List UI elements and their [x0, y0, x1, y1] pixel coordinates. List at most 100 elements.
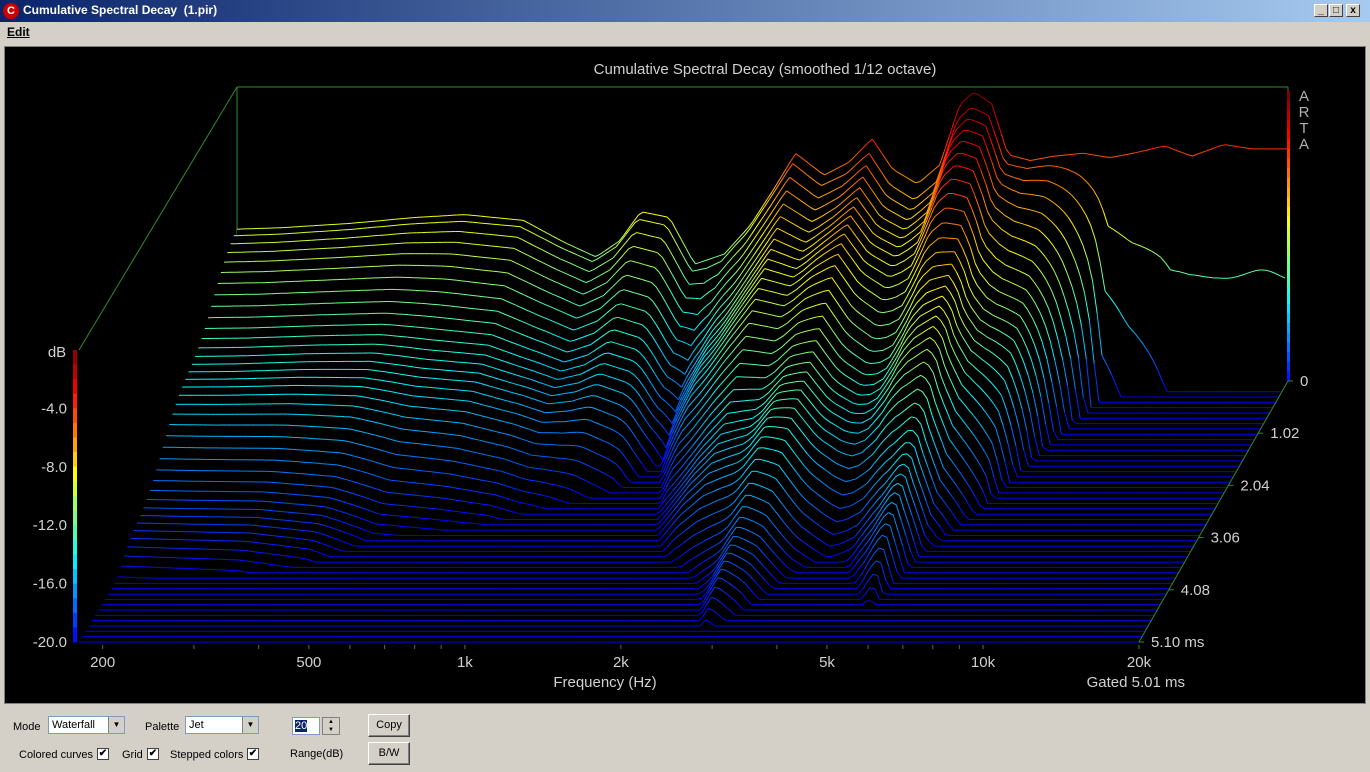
decay-curve-segment — [359, 386, 365, 388]
decay-curve-segment — [493, 270, 499, 273]
decay-curve-segment — [499, 246, 505, 248]
decay-curve-segment — [432, 408, 438, 410]
decay-curve-segment — [753, 364, 759, 366]
decay-curve-segment — [388, 363, 394, 365]
decay-curve-segment — [434, 458, 440, 460]
decay-curve-segment — [551, 456, 557, 459]
decay-curve-segment — [410, 384, 416, 387]
decay-curve-segment — [420, 326, 425, 329]
decay-curve-segment — [1230, 145, 1236, 147]
decay-curve-segment — [448, 329, 454, 332]
decay-curve-segment — [820, 302, 826, 305]
decay-curve-segment — [1227, 277, 1233, 279]
title-bar: C Cumulative Spectral Decay (1.pir) _ □ … — [0, 0, 1370, 22]
decay-curve-segment — [554, 444, 560, 446]
decay-curve-segment — [445, 305, 451, 307]
decay-curve-segment — [453, 421, 459, 424]
decay-curve-segment — [431, 339, 437, 341]
decay-curve-segment — [400, 355, 406, 358]
decay-curve-segment — [485, 283, 491, 285]
decay-curve-segment — [488, 233, 494, 236]
minimize-button[interactable]: _ — [1314, 4, 1328, 17]
decay-curve-segment — [477, 295, 483, 298]
decay-curve-segment — [546, 456, 552, 458]
decay-curve-segment — [353, 228, 359, 230]
decay-curve-segment — [1063, 154, 1069, 156]
decay-curve-segment — [396, 354, 402, 357]
decay-curve-segment — [367, 377, 373, 380]
decay-curve-segment — [573, 445, 579, 447]
decay-curve-segment — [442, 378, 448, 381]
decay-curve-segment — [375, 370, 381, 372]
decay-curve-segment — [471, 243, 476, 245]
menu-edit[interactable]: Edit — [7, 25, 30, 39]
decay-curve-segment — [443, 329, 449, 331]
decay-curve-segment — [458, 254, 464, 256]
decay-curve-segment — [412, 337, 417, 339]
close-button[interactable]: x — [1346, 4, 1360, 17]
decay-curve-segment — [468, 390, 473, 392]
decay-curve-segment — [434, 419, 440, 422]
decay-curve-segment — [485, 216, 491, 218]
decay-curve-segment — [453, 292, 459, 295]
decay-curve-segment — [483, 344, 489, 346]
decay-curve-segment — [584, 418, 590, 421]
decay-curve-segment — [941, 264, 947, 266]
app-icon[interactable]: C — [3, 3, 19, 19]
decay-curve-segment — [408, 442, 414, 444]
decay-curve-segment — [458, 293, 464, 295]
decay-curve-segment — [421, 338, 427, 340]
decay-curve-segment — [893, 254, 899, 257]
restore-button[interactable]: □ — [1329, 4, 1343, 17]
decay-curve-segment — [424, 418, 430, 421]
decay-curve-segment — [418, 348, 424, 350]
decay-curve-segment — [507, 235, 513, 238]
waterfall-plot: 200 500 1k 2k 5k 10k 20k -4.0-8.0-12.0-16.0-20… — [33, 61, 1310, 691]
decay-curve-segment — [429, 327, 435, 330]
decay-curve-segment — [1036, 165, 1042, 168]
decay-curve-segment — [1050, 165, 1056, 167]
decay-curve-segment — [474, 232, 480, 234]
decay-curve-segment — [475, 243, 481, 246]
decay-curve-segment — [413, 375, 419, 378]
decay-curve-segment — [879, 324, 885, 327]
decay-curve-segment — [440, 304, 446, 306]
decay-curve-segment — [865, 393, 871, 396]
decay-curve-segment — [496, 297, 502, 300]
decay-curve-segment — [1025, 193, 1031, 195]
decay-curve-segment — [373, 361, 379, 363]
decay-curve-segment — [464, 231, 470, 233]
decay-curve-segment — [392, 363, 398, 366]
decay-curve-segment — [416, 337, 422, 340]
decay-curve-segment — [389, 218, 395, 221]
decay-curve-segment — [479, 343, 484, 346]
decay-curve-segment — [490, 322, 496, 324]
decay-curve-segment — [428, 407, 434, 409]
decay-curve-segment — [456, 279, 462, 282]
decay-curve-segment — [448, 292, 454, 294]
decay-curve-segment — [447, 409, 453, 411]
decay-curve-segment — [415, 385, 421, 388]
decay-curve-segment — [432, 444, 438, 447]
decay-curve-segment — [493, 234, 499, 236]
decay-curve-segment — [404, 441, 410, 444]
decay-curve-segment — [875, 361, 881, 364]
decay-curve-segment — [400, 454, 406, 457]
decay-curve-segment — [475, 353, 481, 356]
decay-curve-segment — [447, 317, 453, 320]
decay-curve-segment — [416, 395, 422, 398]
decay-curve-segment — [439, 420, 445, 422]
decay-curve-segment — [509, 247, 515, 249]
decay-curve-segment — [695, 297, 701, 300]
decay-curve-segment — [378, 361, 384, 364]
decay-curve-segment — [440, 340, 446, 342]
decay-curve-segment — [437, 316, 443, 319]
decay-curve-segment — [471, 320, 476, 322]
decay-curve-segment — [464, 267, 470, 270]
decay-curve-segment — [1041, 165, 1047, 167]
decay-curve-segment — [499, 284, 505, 287]
decay-curve-segment — [381, 353, 387, 355]
decay-curve-segment — [493, 310, 499, 312]
decay-curve-segment — [543, 468, 549, 471]
decay-curve-segment — [351, 222, 357, 224]
